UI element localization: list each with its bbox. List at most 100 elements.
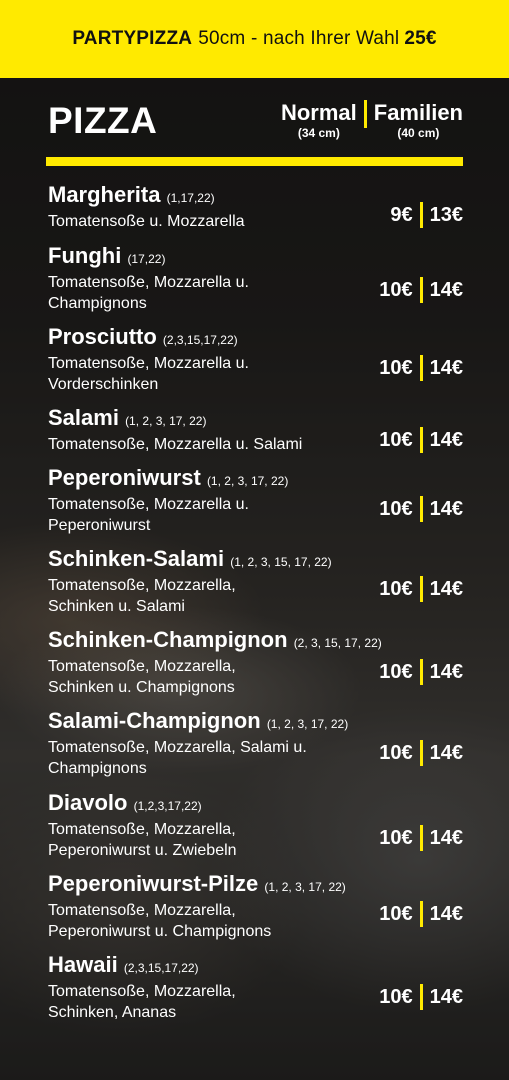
item-prices: 10€ 14€ [379,740,463,766]
item-title: Salami-Champignon (1, 2, 3, 17, 22) [48,708,463,737]
size-family-diameter: (40 cm) [397,126,440,140]
item-description: Tomatensoße, Mozzarella u. Peperoniwurst [48,496,249,534]
price-divider [419,202,423,228]
item-allergens: (17,22) [127,252,166,266]
price-divider [419,901,423,927]
banner-title: PARTYPIZZA [72,28,193,49]
menu-header: PIZZA Normal (34 cm) Familien (40 cm) [48,100,463,160]
menu-page: PARTYPIZZA 50cm - nach Ihrer Wahl 25€ PI… [0,0,509,1080]
price-family: 14€ [429,985,463,1008]
item-description: Tomatensoße, Mozzarella, Peperoniwurst u… [48,821,237,859]
size-normal-diameter: (34 cm) [297,126,340,140]
item-description: Tomatensoße, Mozzarella, Peperoniwurst u… [48,902,272,940]
item-allergens: (2, 3, 15, 17, 22) [293,636,382,650]
item-description: Tomatensoße, Mozzarella, Schinken, Anana… [48,983,236,1021]
menu-item: Peperoniwurst-Pilze (1, 2, 3, 17, 22) To… [48,871,463,941]
size-family: Familien (40 cm) [374,100,463,140]
item-prices: 10€ 14€ [379,496,463,522]
price-family: 14€ [429,497,463,520]
menu-item: Salami (1, 2, 3, 17, 22) Tomatensoße, Mo… [48,405,463,455]
item-name: Salami-Champignon [48,708,261,733]
item-prices: 10€ 14€ [379,277,463,303]
item-allergens: (1, 2, 3, 17, 22) [264,880,346,894]
item-description: Tomatensoße, Mozzarella, Schinken u. Cha… [48,658,236,696]
price-divider [419,355,423,381]
item-name: Diavolo [48,790,128,815]
item-name: Peperoniwurst [48,465,201,490]
price-family: 14€ [429,826,463,849]
price-normal: 10€ [379,278,413,301]
item-prices: 10€ 14€ [379,825,463,851]
item-allergens: (2,3,15,17,22) [162,333,238,347]
item-prices: 10€ 14€ [379,659,463,685]
size-divider [363,100,367,128]
item-title: Schinken-Salami (1, 2, 3, 15, 17, 22) [48,546,463,575]
price-normal: 9€ [390,203,413,226]
price-normal: 10€ [379,497,413,520]
price-family: 14€ [429,741,463,764]
item-allergens: (2,3,15,17,22) [123,961,199,975]
price-family: 14€ [429,428,463,451]
price-divider [419,984,423,1010]
item-title: Hawaii (2,3,15,17,22) [48,952,463,981]
item-title: Schinken-Champignon (2, 3, 15, 17, 22) [48,627,463,656]
menu-item: Funghi (17,22) Tomatensoße, Mozzarella u… [48,243,463,313]
item-description: Tomatensoße u. Mozzarella [48,213,245,230]
item-name: Schinken-Champignon [48,627,288,652]
item-prices: 10€ 14€ [379,355,463,381]
menu-item: Diavolo (1,2,3,17,22) Tomatensoße, Mozza… [48,790,463,860]
menu-item: Prosciutto (2,3,15,17,22) Tomatensoße, M… [48,324,463,394]
price-divider [419,576,423,602]
banner-text: 50cm - nach Ihrer Wahl [198,28,400,49]
price-family: 13€ [429,203,463,226]
item-description: Tomatensoße, Mozzarella u. Champignons [48,274,249,312]
header-rule [46,157,463,166]
price-normal: 10€ [379,985,413,1008]
item-description: Tomatensoße, Mozzarella u. Vorderschinke… [48,355,249,393]
price-normal: 10€ [379,826,413,849]
item-title: Funghi (17,22) [48,243,463,272]
price-divider [419,659,423,685]
price-family: 14€ [429,902,463,925]
item-title: Prosciutto (2,3,15,17,22) [48,324,463,353]
item-description: Tomatensoße, Mozzarella, Schinken u. Sal… [48,577,236,615]
party-pizza-banner: PARTYPIZZA 50cm - nach Ihrer Wahl 25€ [0,0,509,78]
item-allergens: (1, 2, 3, 17, 22) [206,474,289,488]
price-family: 14€ [429,356,463,379]
price-normal: 10€ [379,356,413,379]
menu-item: Schinken-Champignon (2, 3, 15, 17, 22) T… [48,627,463,697]
item-name: Peperoniwurst-Pilze [48,871,259,896]
price-divider [419,277,423,303]
menu-item: Hawaii (2,3,15,17,22) Tomatensoße, Mozza… [48,952,463,1022]
item-allergens: (1, 2, 3, 17, 22) [266,717,349,731]
item-title: Peperoniwurst (1, 2, 3, 17, 22) [48,465,463,494]
item-name: Hawaii [48,952,118,977]
item-allergens: (1, 2, 3, 15, 17, 22) [230,555,332,569]
banner-price: 25€ [404,28,437,49]
item-title: Peperoniwurst-Pilze (1, 2, 3, 17, 22) [48,871,463,900]
price-family: 14€ [429,278,463,301]
price-normal: 10€ [379,741,413,764]
price-normal: 10€ [379,660,413,683]
price-divider [419,427,423,453]
item-name: Salami [48,405,119,430]
item-prices: 10€ 14€ [379,427,463,453]
size-normal: Normal (34 cm) [281,100,357,140]
item-name: Schinken-Salami [48,546,225,571]
size-normal-label: Normal [280,100,357,125]
price-normal: 10€ [379,428,413,451]
item-allergens: (1,17,22) [166,191,215,205]
price-divider [419,496,423,522]
price-normal: 10€ [379,577,413,600]
page-title: PIZZA [48,100,158,141]
menu-item: Peperoniwurst (1, 2, 3, 17, 22) Tomatens… [48,465,463,535]
price-normal: 10€ [379,902,413,925]
size-family-label: Familien [373,100,463,125]
item-name: Prosciutto [48,324,157,349]
item-allergens: (1, 2, 3, 17, 22) [125,414,207,428]
item-prices: 10€ 14€ [379,576,463,602]
menu-item: Salami-Champignon (1, 2, 3, 17, 22) Toma… [48,708,463,778]
price-family: 14€ [429,577,463,600]
size-columns: Normal (34 cm) Familien (40 cm) [281,100,463,140]
item-title: Diavolo (1,2,3,17,22) [48,790,463,819]
